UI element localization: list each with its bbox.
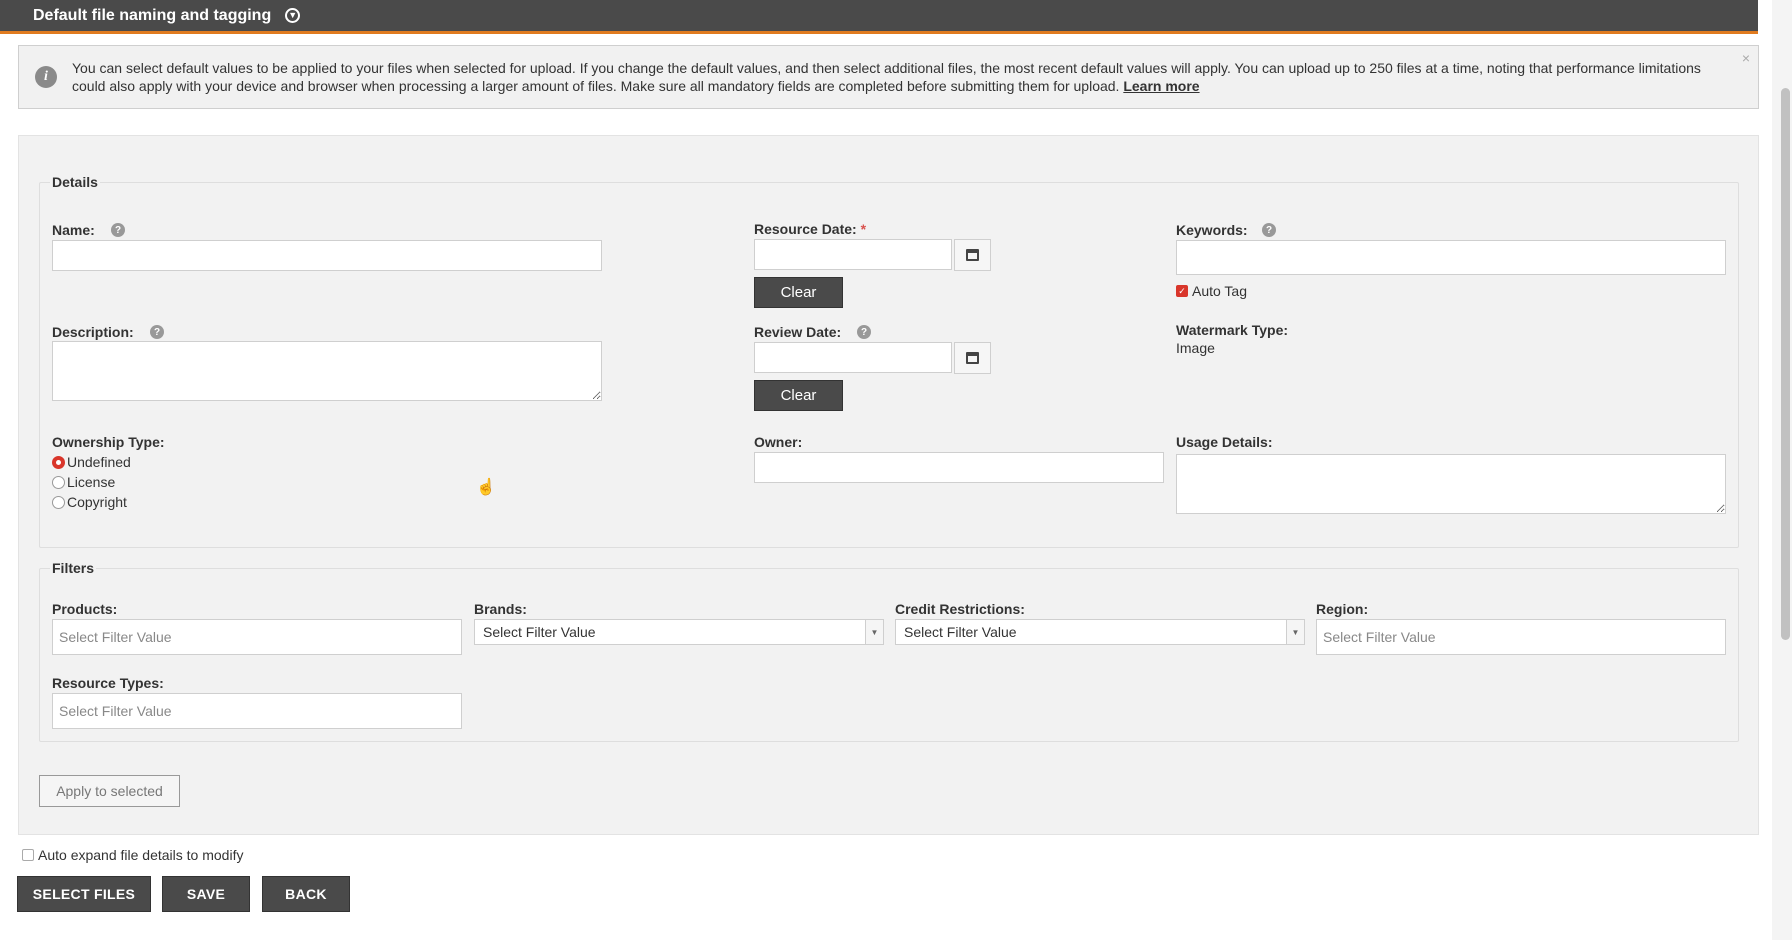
- chevron-down-icon[interactable]: ▼: [1286, 620, 1304, 644]
- calendar-icon: [966, 249, 979, 261]
- calendar-icon: [966, 352, 979, 364]
- brands-select-value: Select Filter Value: [483, 624, 596, 640]
- auto-expand-label: Auto expand file details to modify: [38, 847, 244, 863]
- region-filter-input[interactable]: [1316, 619, 1726, 655]
- details-legend: Details: [52, 174, 98, 190]
- hand-cursor-icon: ☝: [476, 479, 496, 496]
- credit-restrictions-label: Credit Restrictions:: [895, 601, 1025, 617]
- review-date-calendar-icon[interactable]: [954, 342, 991, 374]
- brands-label: Brands:: [474, 601, 527, 617]
- clear-review-date-button[interactable]: Clear: [754, 380, 843, 411]
- description-textarea[interactable]: [52, 341, 602, 401]
- auto-tag-checkbox-row[interactable]: ✓ Auto Tag: [1176, 283, 1247, 299]
- resource-date-calendar-icon[interactable]: [954, 239, 991, 271]
- section-header[interactable]: Default file naming and tagging ▼: [0, 0, 1758, 34]
- clear-resource-date-button[interactable]: Clear: [754, 277, 843, 308]
- ownership-option-label: Undefined: [67, 454, 131, 470]
- auto-expand-checkbox-row[interactable]: Auto expand file details to modify: [22, 847, 243, 863]
- description-label: Description:: [52, 324, 134, 340]
- keywords-input[interactable]: [1176, 240, 1726, 275]
- brands-select[interactable]: Select Filter Value ▼: [474, 619, 884, 645]
- watermark-type-label: Watermark Type:: [1176, 322, 1289, 338]
- resource-types-label: Resource Types:: [52, 675, 164, 691]
- info-icon: i: [35, 66, 57, 88]
- name-label: Name:: [52, 222, 95, 238]
- auto-tag-checkbox[interactable]: ✓: [1176, 285, 1188, 297]
- close-icon[interactable]: ×: [1742, 49, 1750, 67]
- keywords-help-icon[interactable]: ?: [1262, 223, 1276, 237]
- ownership-option-undefined[interactable]: Undefined: [52, 454, 131, 470]
- select-files-button[interactable]: SELECT FILES: [17, 876, 151, 912]
- defaults-panel: Details Name: ? Description: ? Ownership…: [18, 135, 1759, 835]
- scrollbar-thumb[interactable]: [1781, 88, 1790, 640]
- review-date-label: Review Date:: [754, 324, 842, 340]
- ownership-radio-license[interactable]: [52, 475, 65, 489]
- keywords-label: Keywords:: [1176, 222, 1248, 238]
- credit-restrictions-select-value: Select Filter Value: [904, 624, 1017, 640]
- usage-details-label: Usage Details:: [1176, 434, 1273, 450]
- filters-legend: Filters: [52, 560, 95, 576]
- ownership-radio-undefined[interactable]: [52, 455, 65, 469]
- save-button[interactable]: SAVE: [162, 876, 250, 912]
- owner-input[interactable]: [754, 452, 1164, 483]
- watermark-type-value: Image: [1176, 340, 1215, 356]
- review-date-help-icon[interactable]: ?: [857, 325, 871, 339]
- name-help-icon[interactable]: ?: [111, 223, 125, 237]
- credit-restrictions-select[interactable]: Select Filter Value ▼: [895, 619, 1305, 645]
- name-input[interactable]: [52, 240, 602, 271]
- collapse-toggle-icon[interactable]: ▼: [285, 8, 301, 23]
- info-text: You can select default values to be appl…: [72, 60, 1701, 94]
- resource-date-input[interactable]: [754, 239, 952, 270]
- description-help-icon[interactable]: ?: [150, 325, 164, 339]
- resource-types-filter-input[interactable]: [52, 693, 462, 729]
- apply-to-selected-button[interactable]: Apply to selected: [39, 775, 180, 807]
- ownership-option-copyright[interactable]: Copyright: [52, 494, 127, 510]
- chevron-down-icon[interactable]: ▼: [865, 620, 883, 644]
- ownership-type-label: Ownership Type:: [52, 434, 165, 450]
- ownership-option-label: Copyright: [67, 494, 127, 510]
- products-filter-input[interactable]: [52, 619, 462, 655]
- section-title: Default file naming and tagging: [33, 6, 272, 24]
- usage-details-textarea[interactable]: [1176, 454, 1726, 514]
- back-button[interactable]: BACK: [262, 876, 350, 912]
- region-label: Region:: [1316, 601, 1369, 617]
- info-message: i You can select default values to be ap…: [18, 45, 1759, 109]
- auto-expand-checkbox[interactable]: [22, 849, 34, 861]
- resource-date-label: Resource Date: *: [754, 221, 867, 237]
- auto-tag-label: Auto Tag: [1192, 283, 1248, 299]
- learn-more-link[interactable]: Learn more: [1123, 78, 1199, 94]
- ownership-option-license[interactable]: License: [52, 474, 115, 490]
- ownership-radio-copyright[interactable]: [52, 495, 65, 509]
- owner-label: Owner:: [754, 434, 803, 450]
- products-label: Products:: [52, 601, 118, 617]
- review-date-input[interactable]: [754, 342, 952, 373]
- required-marker: *: [860, 221, 867, 237]
- ownership-option-label: License: [67, 474, 116, 490]
